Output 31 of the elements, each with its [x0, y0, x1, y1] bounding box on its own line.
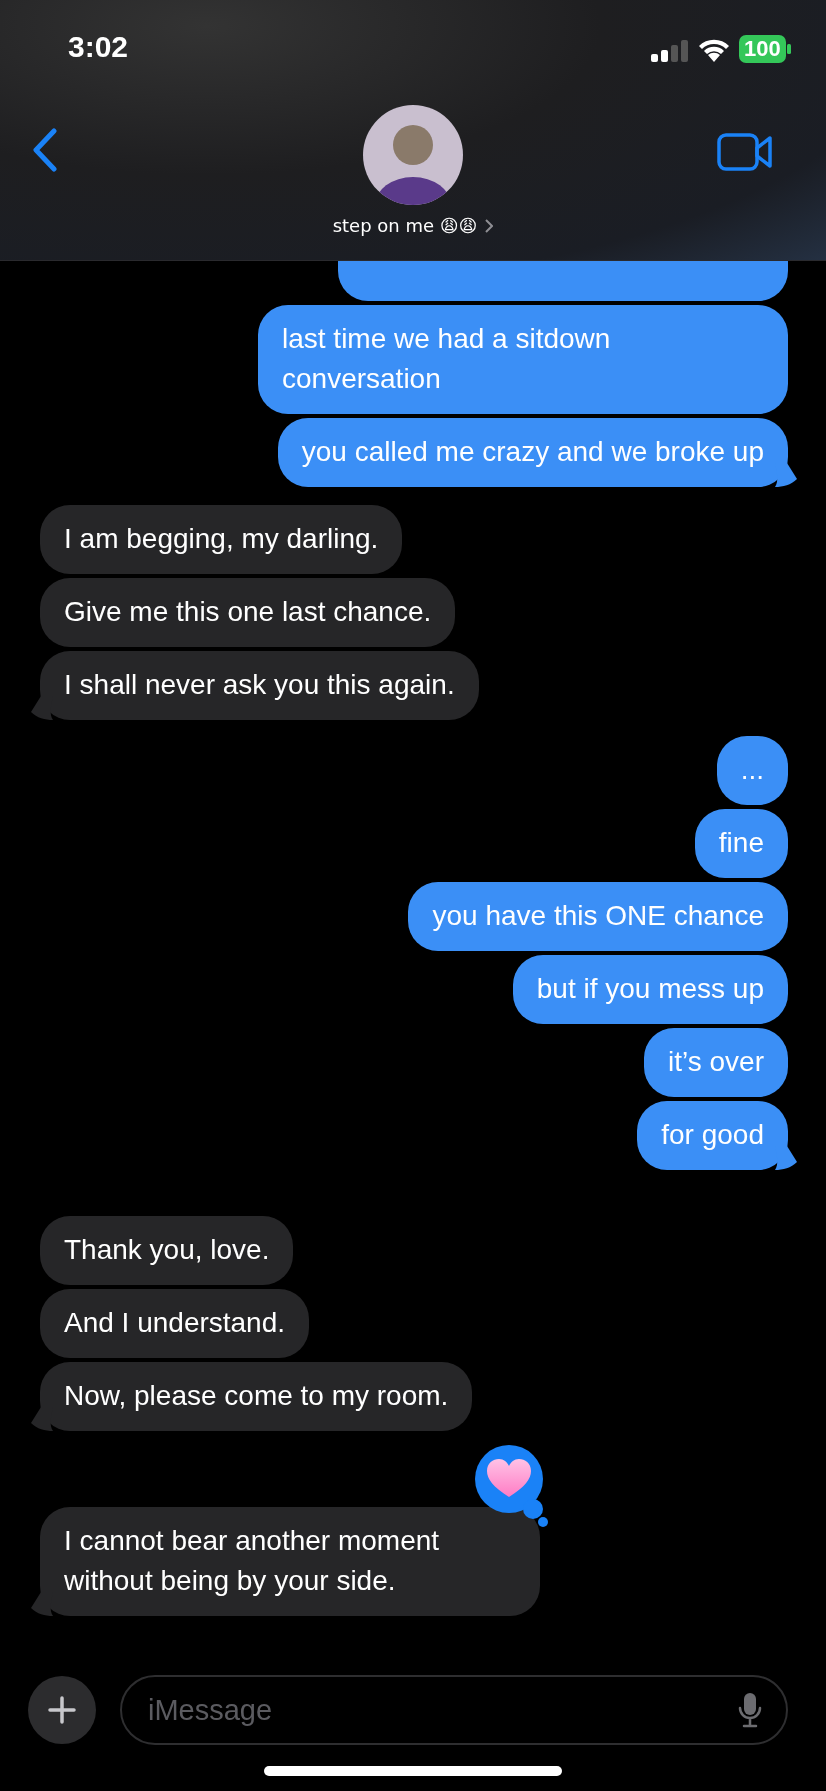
signal-icon	[651, 40, 689, 62]
sent-message: you have this ONE chance	[408, 882, 788, 951]
back-icon[interactable]	[32, 128, 58, 172]
sent-message: but if you mess up	[512, 955, 788, 1024]
plus-icon	[48, 1696, 76, 1724]
received-message: I cannot bear another moment without being by your side.	[40, 1507, 540, 1616]
status-time: 3:02	[68, 30, 129, 64]
sent-message: for good	[637, 1101, 788, 1170]
bubble-tail-icon	[31, 696, 53, 720]
microphone-icon[interactable]	[738, 1692, 762, 1728]
received-message: I am begging, my darling.	[40, 505, 403, 574]
sent-message: last time we had a sitdown conversation	[258, 305, 788, 414]
bubble-tail-icon	[31, 1407, 53, 1431]
bubble-tail-icon	[31, 1592, 53, 1616]
sent-message: it’s over	[644, 1028, 788, 1097]
bubble-tail-icon	[775, 1146, 797, 1170]
battery-tip-icon	[787, 44, 791, 54]
sent-message: you called me crazy and we broke up	[277, 418, 788, 487]
chevron-right-icon	[485, 218, 494, 233]
received-message: Give me this one last chance.	[40, 578, 456, 647]
sent-message: fine	[694, 809, 788, 878]
received-message: Now, please come to my room.	[40, 1362, 473, 1431]
received-message: Thank you, love.	[40, 1216, 294, 1285]
sent-message: ...	[716, 736, 788, 805]
video-call-icon[interactable]	[717, 133, 773, 171]
battery-level: 100	[739, 35, 786, 63]
received-message: And I understand.	[40, 1289, 310, 1358]
received-message: I shall never ask you this again.	[40, 651, 479, 720]
message-field[interactable]: iMessage	[120, 1675, 788, 1745]
bubble-tail-icon	[775, 463, 797, 487]
contact-name[interactable]: step on me 😩😩	[332, 215, 478, 236]
